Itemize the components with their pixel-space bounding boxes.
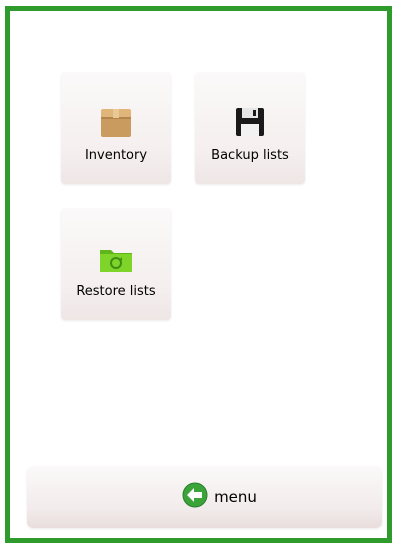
inventory-tile[interactable]: Inventory: [61, 72, 171, 184]
floppy-disk-icon: [230, 102, 270, 142]
restore-lists-label: Restore lists: [76, 284, 156, 299]
backup-lists-tile[interactable]: Backup lists: [195, 72, 305, 184]
box-icon: [96, 102, 136, 142]
inventory-label: Inventory: [84, 148, 148, 163]
backup-lists-label: Backup lists: [211, 148, 289, 163]
restore-folder-icon: [96, 238, 136, 278]
back-arrow-icon: [182, 482, 208, 512]
menu-label: menu: [214, 488, 257, 506]
restore-lists-tile[interactable]: Restore lists: [61, 208, 171, 320]
menu-button[interactable]: menu: [27, 466, 382, 528]
